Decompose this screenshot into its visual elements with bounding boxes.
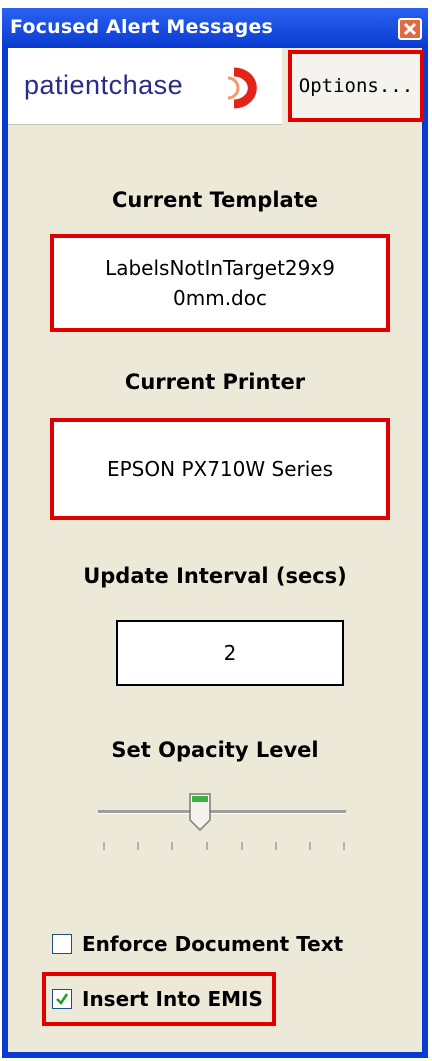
svg-text:patientchase: patientchase [24,70,183,100]
printer-heading: Current Printer [124,370,306,394]
opacity-heading: Set Opacity Level [111,738,319,762]
template-value: LabelsNotInTarget29x90mm.doc [105,256,335,310]
app-window: Focused Alert Messages patientchase Opti… [2,8,428,1058]
emis-checkbox-row[interactable]: Insert Into EMIS [52,987,263,1011]
printer-value: EPSON PX710W Series [106,457,334,481]
close-button[interactable] [398,18,422,40]
interval-value: 2 [223,641,237,665]
template-heading: Current Template [112,188,318,212]
patientchase-logo: patientchase [24,67,257,109]
interval-input[interactable]: 2 [116,620,344,686]
title-bar[interactable]: Focused Alert Messages [2,8,428,48]
opacity-slider[interactable] [92,790,352,860]
enforce-checkbox[interactable] [52,934,72,954]
interval-heading: Update Interval (secs) [83,564,347,588]
close-icon [403,22,417,36]
logo-panel: patientchase [8,48,282,125]
emis-checkbox[interactable] [52,989,72,1009]
slider-thumb[interactable] [189,793,211,832]
client-area: patientchase Options... Current Template… [8,48,424,1052]
checkmark-icon [56,993,69,1005]
enforce-label: Enforce Document Text [82,932,344,956]
printer-field[interactable]: EPSON PX710W Series [50,418,390,520]
options-button[interactable]: Options... [288,50,424,122]
template-field[interactable]: LabelsNotInTarget29x90mm.doc [50,234,390,332]
slider-ticks [103,842,345,850]
slider-track [98,810,346,813]
emis-label: Insert Into EMIS [82,987,263,1011]
enforce-checkbox-row[interactable]: Enforce Document Text [52,932,343,956]
window-title: Focused Alert Messages [10,16,274,38]
